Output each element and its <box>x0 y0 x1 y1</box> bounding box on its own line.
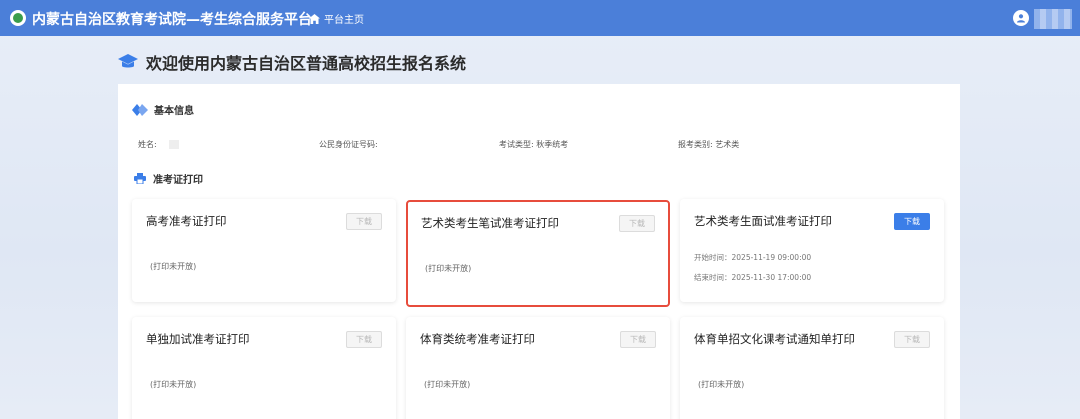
card-status: (打印未开放) <box>150 380 197 389</box>
basic-info-section-title: 基本信息 <box>132 102 194 117</box>
site-logo-icon <box>10 10 26 26</box>
home-link-label: 平台主页 <box>324 15 364 26</box>
main-panel: 基本信息 姓名: 公民身份证号码: 考试类型: 秋季统考 报考类别: 艺术类 准… <box>118 84 960 419</box>
admission-section-title: 准考证打印 <box>134 171 203 186</box>
card-title: 艺术类考生笔试准考证打印 <box>421 216 559 230</box>
card-status: (打印未开放) <box>424 380 471 389</box>
page-title: 欢迎使用内蒙古自治区普通高校招生报名系统 <box>146 54 467 73</box>
download-button[interactable]: 下载 <box>619 215 655 232</box>
download-button[interactable]: 下载 <box>894 213 930 230</box>
card-sports-culture-notice: 体育单招文化课考试通知单打印 下载 (打印未开放) <box>680 317 944 419</box>
card-gaokao-admission: 高考准考证打印 下载 (打印未开放) <box>132 199 396 302</box>
printer-icon <box>134 173 146 184</box>
category-field: 报考类别: 艺术类 <box>678 140 740 149</box>
download-button[interactable]: 下载 <box>894 331 930 348</box>
download-button[interactable]: 下载 <box>620 331 656 348</box>
graduation-cap-icon <box>118 54 138 68</box>
name-field: 姓名: <box>138 139 180 150</box>
exam-type-field: 考试类型: 秋季统考 <box>499 140 569 149</box>
user-name-redacted[interactable] <box>1034 9 1072 29</box>
download-button[interactable]: 下载 <box>346 213 382 230</box>
home-link[interactable]: 平台主页 <box>309 11 364 26</box>
card-title: 高考准考证打印 <box>146 214 227 228</box>
user-avatar-icon[interactable] <box>1013 10 1029 26</box>
card-title: 体育单招文化课考试通知单打印 <box>694 332 855 346</box>
top-navigation-bar: 内蒙古自治区教育考试院—考生综合服务平台 平台主页 <box>0 0 1080 36</box>
card-title: 艺术类考生面试准考证打印 <box>694 214 832 228</box>
site-title: 内蒙古自治区教育考试院—考生综合服务平台 <box>32 12 312 28</box>
name-value-redacted <box>169 140 180 149</box>
card-status: (打印未开放) <box>150 262 197 271</box>
page-heading: 欢迎使用内蒙古自治区普通高校招生报名系统 <box>118 50 466 74</box>
card-status: (打印未开放) <box>698 380 745 389</box>
end-time: 结束时间：2025-11-30 17:00:00 <box>694 273 812 282</box>
id-number-field: 公民身份证号码: <box>319 140 378 149</box>
home-icon <box>309 13 320 24</box>
card-art-interview-admission: 艺术类考生面试准考证打印 下载 开始时间：2025-11-19 09:00:00… <box>680 199 944 302</box>
download-button[interactable]: 下载 <box>346 331 382 348</box>
start-time: 开始时间：2025-11-19 09:00:00 <box>694 253 812 262</box>
card-sports-exam-admission: 体育类统考准考证打印 下载 (打印未开放) <box>406 317 670 419</box>
card-art-written-admission: 艺术类考生笔试准考证打印 下载 (打印未开放) <box>406 200 670 307</box>
diamond-icon <box>132 103 148 116</box>
card-status: (打印未开放) <box>425 264 472 273</box>
card-title: 体育类统考准考证打印 <box>420 332 535 346</box>
card-extra-test-admission: 单独加试准考证打印 下载 (打印未开放) <box>132 317 396 419</box>
card-title: 单独加试准考证打印 <box>146 332 250 346</box>
